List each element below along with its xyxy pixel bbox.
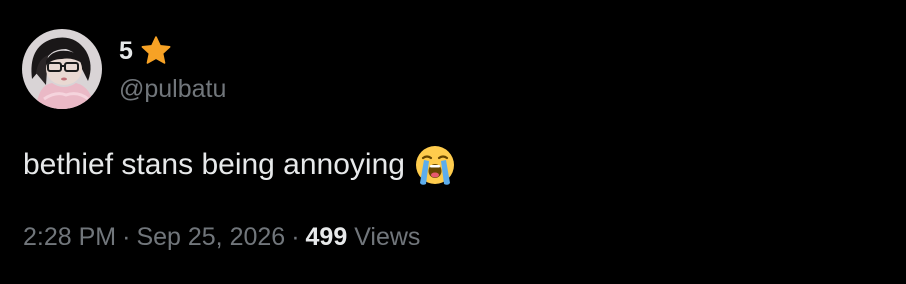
separator: · <box>122 223 131 251</box>
tweet-time[interactable]: 2:28 PM <box>23 223 116 251</box>
display-name[interactable]: 5 <box>119 38 133 64</box>
display-name-row: 5 <box>119 33 173 69</box>
tweet-date[interactable]: Sep 25, 2026 <box>136 223 285 251</box>
tweet-text-row: bethief stans being annoying <box>23 143 457 187</box>
user-handle[interactable]: @pulbatu <box>119 74 226 104</box>
tweet: 5 @pulbatu bethief stans being annoying <box>0 0 906 284</box>
star-icon <box>139 34 173 68</box>
separator: · <box>291 223 300 251</box>
views-count: 499 <box>305 223 348 251</box>
loudly-crying-face-icon <box>413 143 457 187</box>
avatar[interactable] <box>22 29 102 109</box>
profile-photo-icon <box>22 29 102 109</box>
views-label: Views <box>354 223 421 251</box>
tweet-metadata: 2:28 PM · Sep 25, 2026 · 499 Views <box>23 222 420 252</box>
tweet-text: bethief stans being annoying <box>23 148 405 181</box>
